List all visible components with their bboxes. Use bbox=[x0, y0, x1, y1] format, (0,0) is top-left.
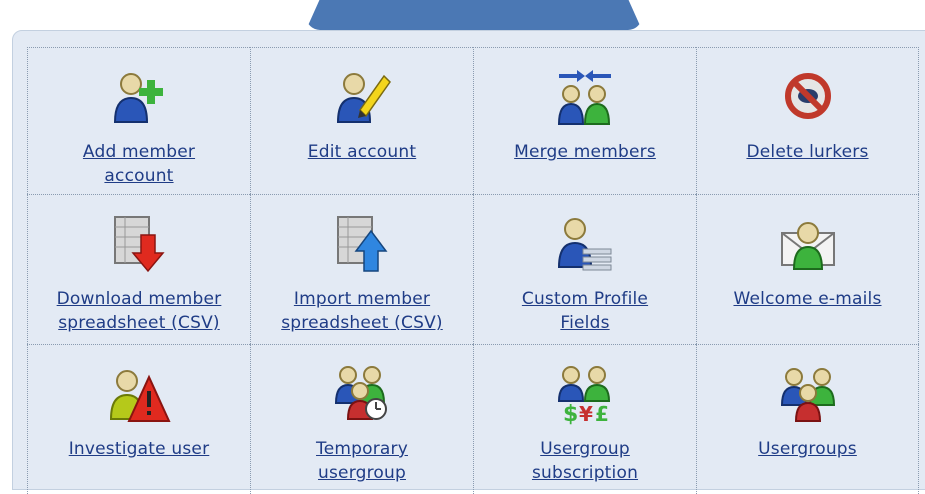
tool-usergroup-subscription[interactable]: $ ¥ £ Usergroup subscription bbox=[473, 344, 696, 494]
usergroup-subscription-icon: $ ¥ £ bbox=[557, 366, 611, 425]
custom-profile-fields-link[interactable]: Custom Profile Fields bbox=[522, 287, 648, 335]
delete-lurkers-link[interactable]: Delete lurkers bbox=[746, 140, 868, 164]
add-member-icon bbox=[113, 73, 163, 123]
temporary-usergroup-link[interactable]: Temporary usergroup bbox=[316, 437, 408, 485]
member-tools-grid: Add member account Edit account Merge me… bbox=[27, 47, 919, 494]
delete-lurkers-icon bbox=[784, 73, 831, 119]
tool-usergroups[interactable]: Usergroups bbox=[696, 344, 919, 494]
usergroups-link[interactable]: Usergroups bbox=[758, 437, 857, 461]
add-member-link[interactable]: Add member account bbox=[83, 140, 195, 188]
import-csv-link[interactable]: Import member spreadsheet (CSV) bbox=[281, 287, 443, 335]
tool-add-member[interactable]: Add member account bbox=[27, 47, 250, 194]
tool-temporary-usergroup[interactable]: Temporary usergroup bbox=[250, 344, 473, 494]
download-csv-link[interactable]: Download member spreadsheet (CSV) bbox=[57, 287, 222, 335]
tool-delete-lurkers[interactable]: Delete lurkers bbox=[696, 47, 919, 194]
svg-text:£: £ bbox=[595, 402, 609, 425]
tool-download-csv[interactable]: Download member spreadsheet (CSV) bbox=[27, 194, 250, 344]
tool-custom-profile-fields[interactable]: Custom Profile Fields bbox=[473, 194, 696, 344]
investigate-user-icon bbox=[109, 370, 171, 422]
tool-welcome-emails[interactable]: Welcome e-mails bbox=[696, 194, 919, 344]
tool-edit-account[interactable]: Edit account bbox=[250, 47, 473, 194]
usergroups-icon bbox=[780, 368, 835, 422]
tool-import-csv[interactable]: Import member spreadsheet (CSV) bbox=[250, 194, 473, 344]
tool-investigate-user[interactable]: Investigate user bbox=[27, 344, 250, 494]
section-tab bbox=[306, 0, 642, 30]
custom-profile-fields-icon bbox=[557, 218, 612, 271]
svg-text:¥: ¥ bbox=[579, 402, 593, 425]
tool-merge-members[interactable]: Merge members bbox=[473, 47, 696, 194]
edit-account-link[interactable]: Edit account bbox=[308, 140, 416, 164]
download-csv-icon bbox=[114, 216, 165, 273]
investigate-user-link[interactable]: Investigate user bbox=[69, 437, 210, 461]
usergroup-subscription-link[interactable]: Usergroup subscription bbox=[532, 437, 638, 485]
welcome-emails-icon bbox=[780, 222, 835, 270]
welcome-emails-link[interactable]: Welcome e-mails bbox=[733, 287, 881, 311]
import-csv-icon bbox=[337, 216, 388, 272]
svg-text:$: $ bbox=[563, 402, 578, 425]
merge-members-link[interactable]: Merge members bbox=[514, 140, 656, 164]
merge-members-icon bbox=[557, 70, 611, 125]
temporary-usergroup-icon bbox=[334, 366, 387, 420]
edit-account-icon bbox=[336, 73, 391, 123]
